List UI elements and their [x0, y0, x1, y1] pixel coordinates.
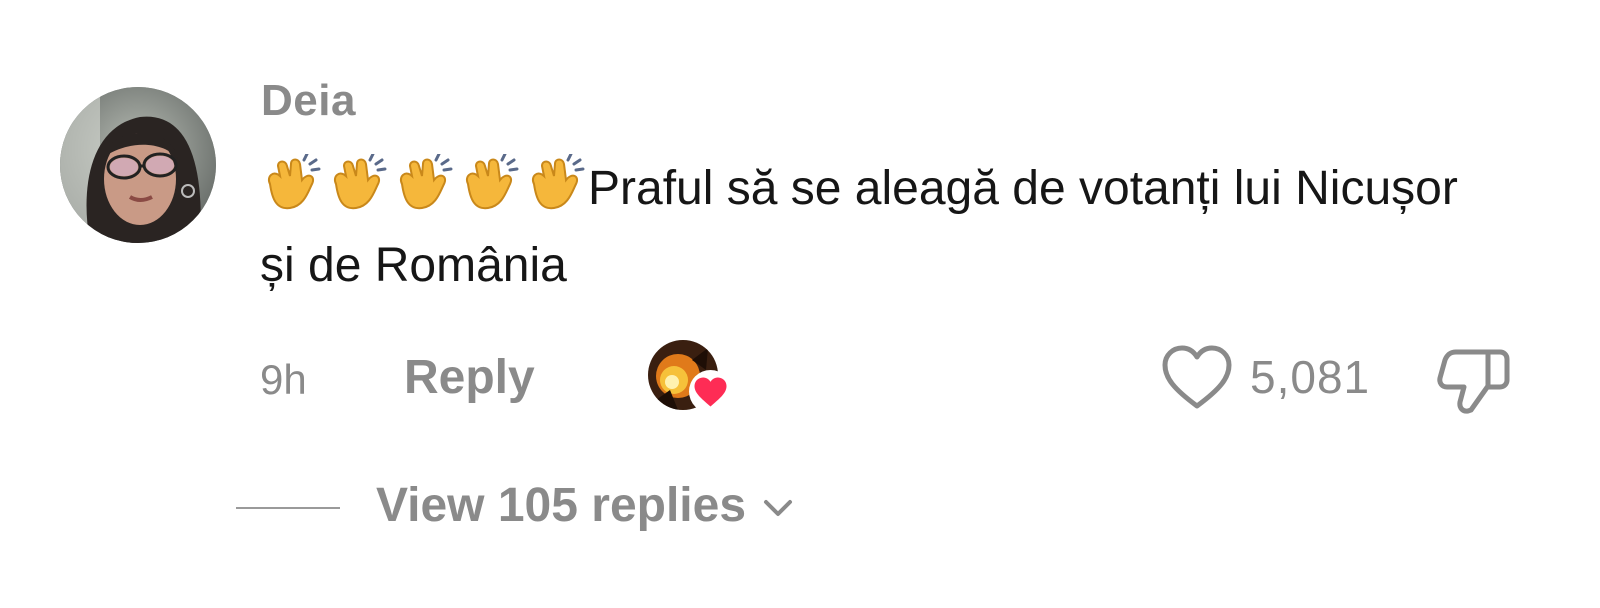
view-replies-button[interactable]: View 105 replies: [376, 478, 794, 533]
replies-divider: [236, 507, 340, 509]
view-replies-label: View 105 replies: [376, 479, 747, 532]
reply-button[interactable]: Reply: [404, 350, 535, 405]
comment-username[interactable]: Deia: [261, 76, 356, 126]
chevron-down-icon: [764, 499, 793, 516]
heart-icon: [689, 370, 732, 413]
comment-item: Deia Praful să se aleagă de votanți lui …: [0, 0, 1600, 608]
user-avatar[interactable]: [60, 87, 216, 243]
heart-outline-icon[interactable]: [1160, 344, 1234, 412]
thumbs-down-icon[interactable]: [1436, 346, 1512, 416]
clapping-hands-icon: [260, 154, 586, 212]
like-count: 5,081: [1250, 351, 1371, 403]
comment-body: Praful să se aleagă de votanți lui Nicuș…: [260, 150, 1500, 304]
comment-timestamp: 9h: [260, 356, 307, 403]
creator-liked-badge: [648, 340, 732, 416]
